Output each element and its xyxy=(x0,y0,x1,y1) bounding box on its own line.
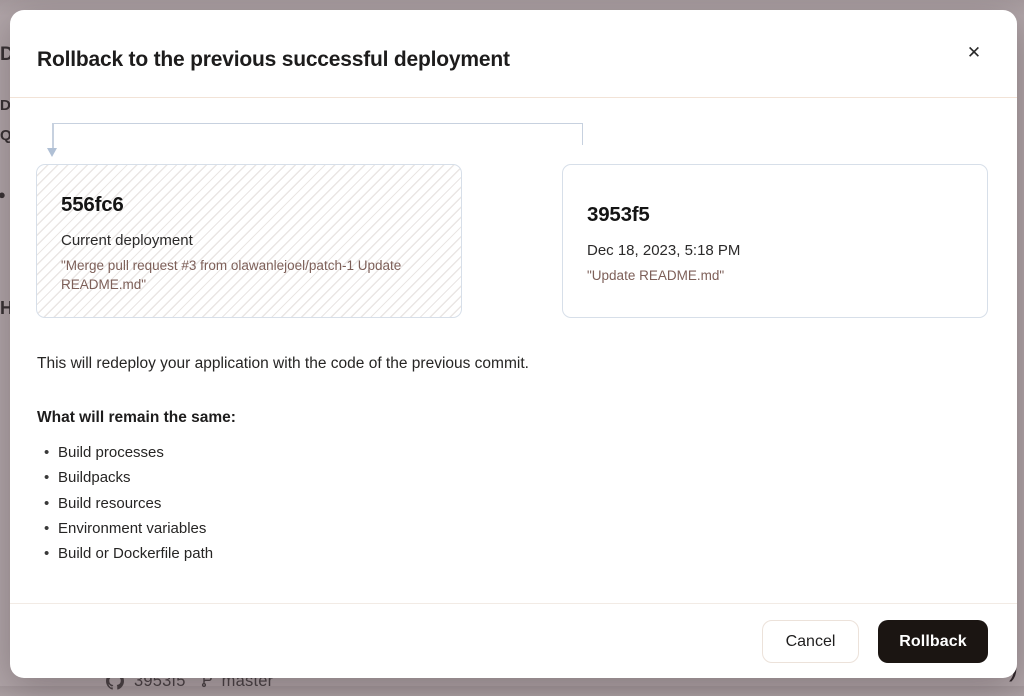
list-item: Environment variables xyxy=(37,516,213,541)
list-item: Build resources xyxy=(37,491,213,516)
current-commit-hash: 556fc6 xyxy=(61,193,437,217)
remain-same-list: Build processes Buildpacks Build resourc… xyxy=(37,440,213,566)
card-previous-deployment: 3953f5 Dec 18, 2023, 5:18 PM "Update REA… xyxy=(562,164,988,318)
close-button[interactable]: ✕ xyxy=(957,36,991,70)
remain-same-heading: What will remain the same: xyxy=(37,409,236,427)
rollback-arrow-head-icon xyxy=(47,148,57,157)
background-edge-dot: ● xyxy=(0,187,6,202)
previous-commit-message: "Update README.md" xyxy=(587,266,963,285)
footer-divider xyxy=(10,603,1017,604)
cancel-button[interactable]: Cancel xyxy=(762,620,859,663)
header-divider xyxy=(10,97,1017,98)
dialog-description: This will redeploy your application with… xyxy=(37,355,529,373)
dialog-title: Rollback to the previous successful depl… xyxy=(37,48,510,72)
rollback-dialog: Rollback to the previous successful depl… xyxy=(10,10,1017,678)
current-deployment-label: Current deployment xyxy=(61,231,437,251)
rollback-arrow-line xyxy=(52,123,583,145)
rollback-button[interactable]: Rollback xyxy=(878,620,988,663)
list-item: Build processes xyxy=(37,440,213,465)
previous-deployment-date: Dec 18, 2023, 5:18 PM xyxy=(587,241,963,261)
previous-commit-hash: 3953f5 xyxy=(587,203,963,227)
card-current-deployment: 556fc6 Current deployment "Merge pull re… xyxy=(36,164,462,318)
close-icon: ✕ xyxy=(967,43,981,63)
rollback-arrow-stem xyxy=(52,123,54,149)
list-item: Build or Dockerfile path xyxy=(37,541,213,566)
current-commit-message: "Merge pull request #3 from olawanlejoel… xyxy=(61,256,437,294)
list-item: Buildpacks xyxy=(37,465,213,490)
